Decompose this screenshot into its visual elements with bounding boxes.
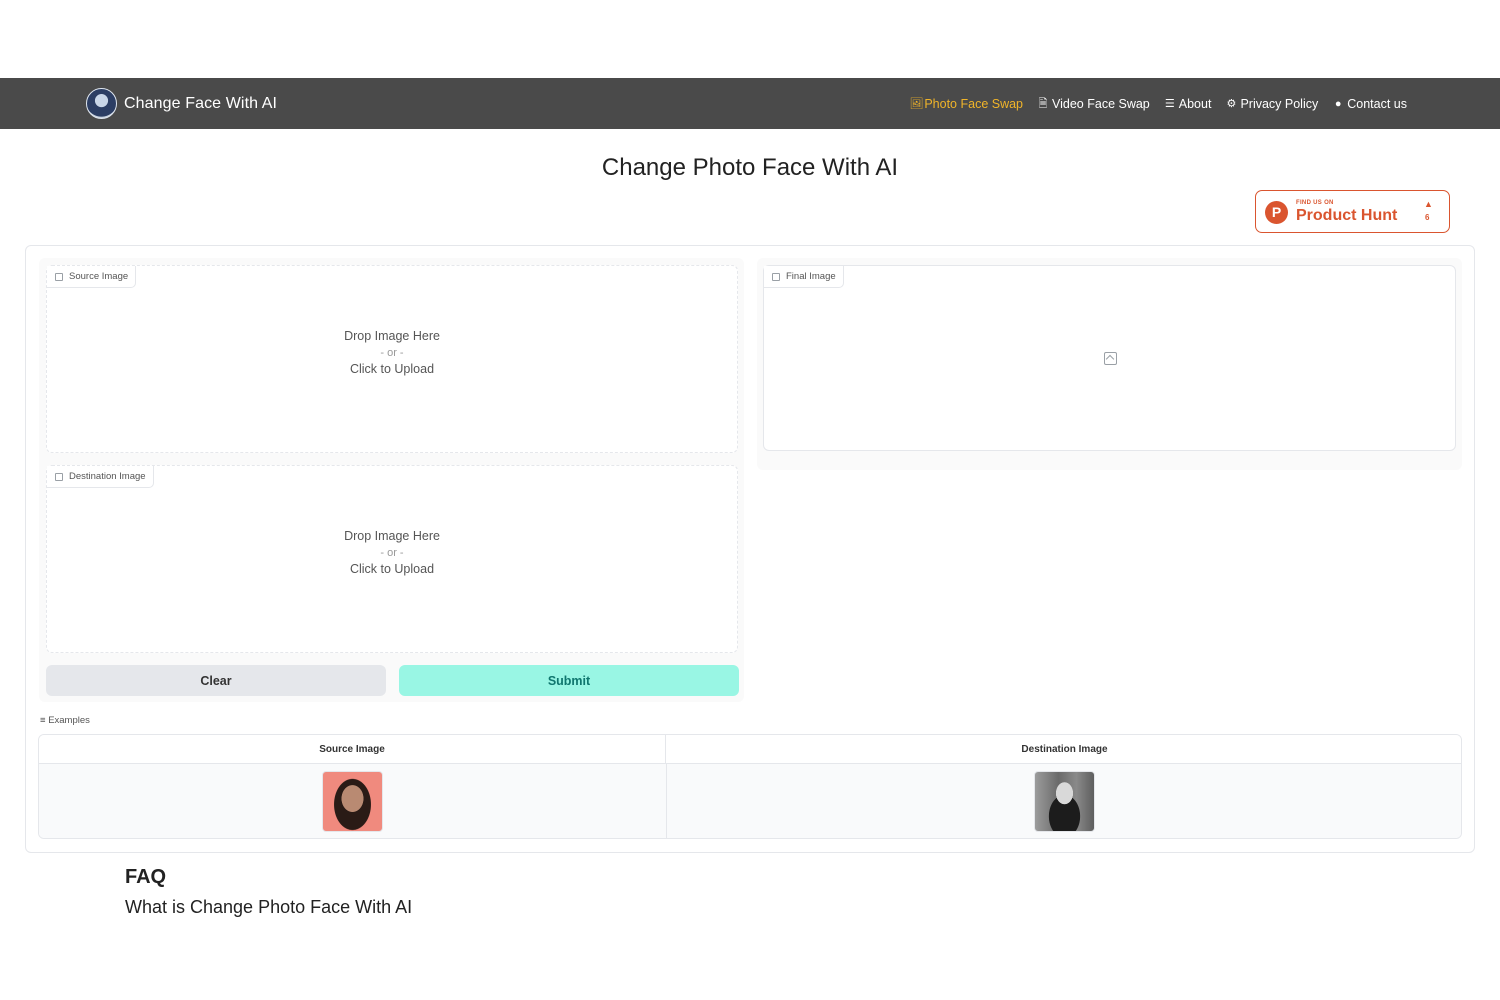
- brand-title: Change Face With AI: [124, 94, 278, 112]
- source-image-label: Source Image: [69, 271, 129, 282]
- examples-label-text: Examples: [48, 715, 90, 726]
- source-image-tag: Source Image: [47, 266, 137, 288]
- image-placeholder-icon: [1104, 352, 1117, 365]
- upvote-count: 6: [1425, 213, 1430, 222]
- final-image-output: Final Image: [763, 265, 1456, 451]
- header-destination-image: Destination Image: [666, 735, 1461, 764]
- faq-question: What is Change Photo Face With AI: [125, 897, 413, 917]
- nav-menu: 🖼 Photo Face Swap 🗎 Video Face Swap ☰ Ab…: [909, 78, 1407, 129]
- nav-label: About: [1178, 96, 1212, 111]
- avatar-logo: [86, 88, 117, 119]
- example-destination-thumbnail[interactable]: [1034, 771, 1095, 832]
- output-column: Final Image: [757, 258, 1462, 470]
- submit-button[interactable]: Submit: [399, 665, 739, 696]
- drop-text: Drop Image Here: [344, 529, 440, 543]
- chat-icon: ●: [1334, 97, 1342, 110]
- page-title: Change Photo Face With AI: [601, 154, 899, 181]
- video-file-icon: 🗎: [1038, 97, 1048, 110]
- destination-image-upload[interactable]: Destination Image Drop Image Here - or -…: [46, 465, 738, 653]
- final-image-label: Final Image: [786, 271, 836, 282]
- drop-text: Drop Image Here: [344, 329, 440, 343]
- list-icon: ≡: [40, 715, 46, 726]
- destination-drop-zone[interactable]: Drop Image Here - or - Click to Upload: [47, 529, 737, 576]
- product-hunt-name: Product Hunt: [1296, 207, 1398, 224]
- app-panel: Source Image Drop Image Here - or - Clic…: [25, 245, 1475, 853]
- list-icon: ☰: [1164, 97, 1175, 110]
- faq-title: FAQ: [125, 866, 167, 888]
- image-file-icon: 🖼: [909, 97, 924, 110]
- example-source-thumbnail[interactable]: [322, 771, 383, 832]
- image-icon: [772, 273, 780, 281]
- brand-link[interactable]: Change Face With AI: [86, 88, 277, 119]
- examples-table: Source Image Destination Image: [38, 734, 1462, 839]
- source-drop-zone[interactable]: Drop Image Here - or - Click to Upload: [47, 329, 737, 376]
- click-text: Click to Upload: [349, 362, 435, 376]
- nav-photo-face-swap[interactable]: 🖼 Photo Face Swap: [909, 97, 1023, 111]
- product-hunt-logo-icon: P: [1265, 201, 1288, 224]
- navbar: Change Face With AI 🖼 Photo Face Swap 🗎 …: [0, 78, 1500, 129]
- nav-privacy-policy[interactable]: ⚙ Privacy Policy: [1225, 96, 1319, 111]
- destination-image-label: Destination Image: [69, 471, 146, 482]
- or-text: - or -: [380, 547, 404, 559]
- image-icon: [55, 473, 63, 481]
- image-icon: [55, 273, 63, 281]
- or-text: - or -: [380, 347, 404, 359]
- table-row[interactable]: [39, 764, 1461, 838]
- source-image-upload[interactable]: Source Image Drop Image Here - or - Clic…: [46, 265, 738, 453]
- nav-contact-us[interactable]: ● Contact us: [1332, 97, 1407, 111]
- product-hunt-badge[interactable]: P FIND US ON Product Hunt ▲ 6: [1255, 190, 1450, 233]
- destination-image-tag: Destination Image: [47, 466, 154, 488]
- nav-label: Video Face Swap: [1052, 96, 1150, 111]
- upvote-arrow-icon: ▲: [1424, 199, 1433, 209]
- clear-button[interactable]: Clear: [46, 665, 386, 696]
- header-source-image: Source Image: [39, 735, 666, 764]
- final-image-tag: Final Image: [764, 266, 844, 288]
- nav-label: Privacy Policy: [1240, 96, 1319, 111]
- cell-divider: [666, 764, 667, 838]
- input-column: Source Image Drop Image Here - or - Clic…: [39, 258, 744, 702]
- product-hunt-small-text: FIND US ON: [1296, 200, 1334, 206]
- nav-label: Photo Face Swap: [924, 96, 1024, 111]
- nav-about[interactable]: ☰ About: [1164, 97, 1212, 111]
- nav-label: Contact us: [1347, 96, 1407, 111]
- click-text: Click to Upload: [349, 562, 435, 576]
- nav-video-face-swap[interactable]: 🗎 Video Face Swap: [1037, 97, 1150, 111]
- examples-label: ≡ Examples: [40, 715, 90, 726]
- lock-icon: ⚙: [1226, 97, 1237, 110]
